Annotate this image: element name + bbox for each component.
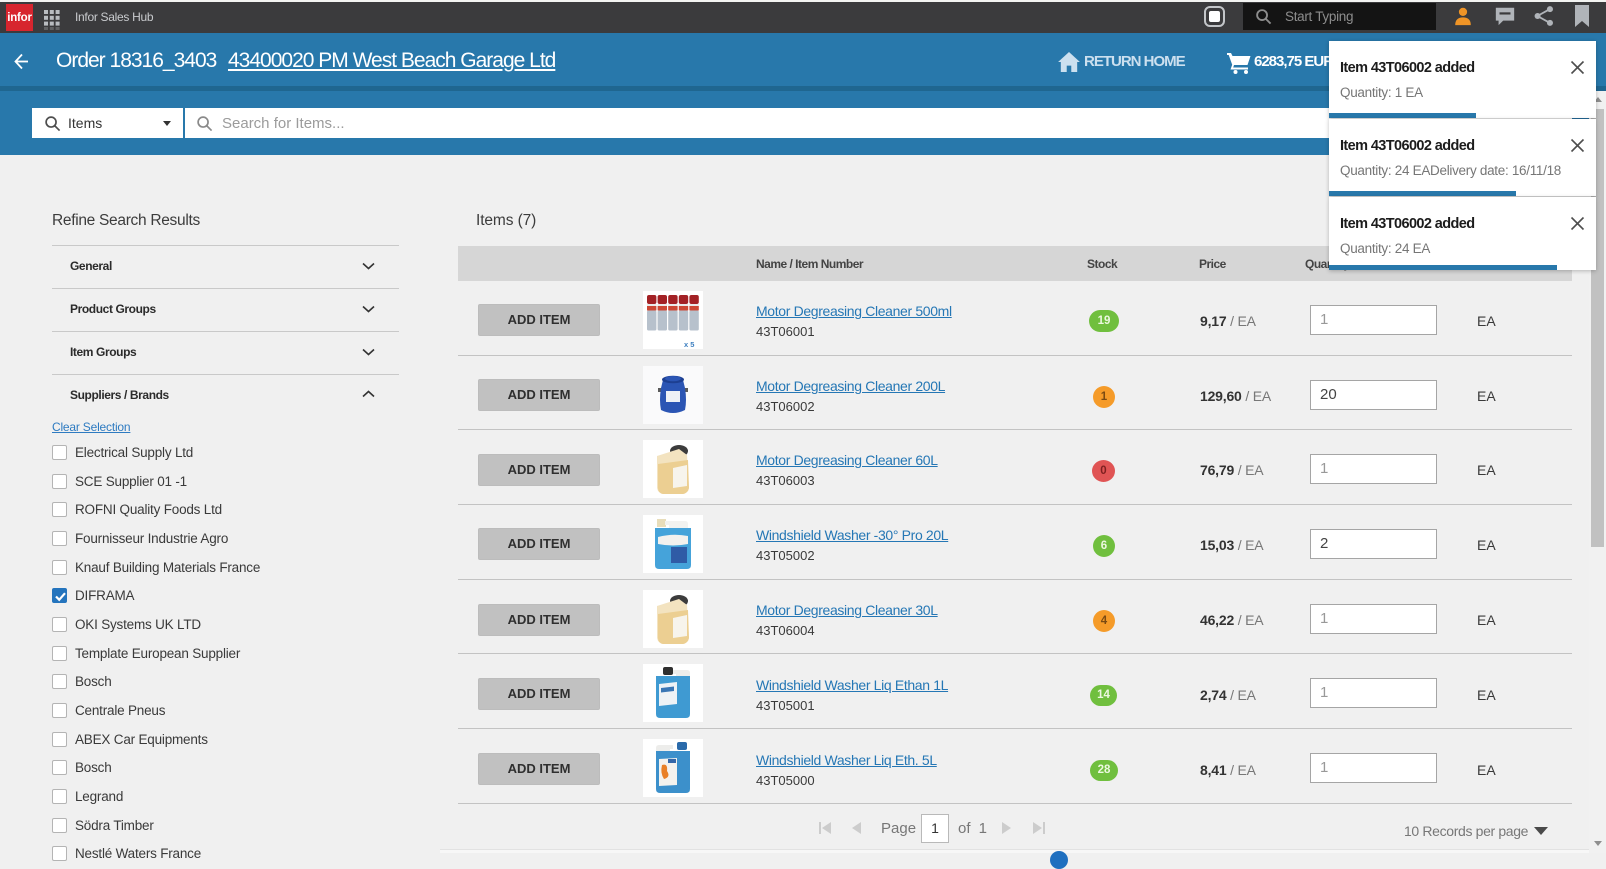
- svg-text:x 5: x 5: [684, 340, 694, 349]
